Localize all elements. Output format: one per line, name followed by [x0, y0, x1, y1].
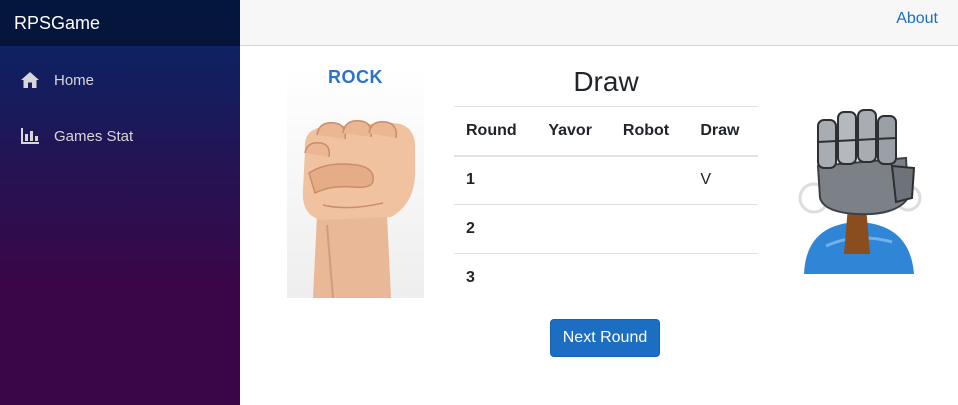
- robot-cell: [610, 253, 689, 303]
- about-link[interactable]: About: [896, 10, 938, 28]
- robot-fist-icon: [798, 109, 922, 274]
- robot-cell: [610, 204, 689, 254]
- main-content: ROCK Draw Round Yavor Robot Draw 1 V 2 3…: [240, 46, 958, 405]
- draw-cell: [688, 253, 758, 303]
- table-row: 2: [454, 204, 758, 254]
- sidebar-item-label: Home: [54, 71, 95, 89]
- sidebar-item-games-stat[interactable]: Games Stat: [8, 116, 232, 156]
- table-row: 3: [454, 253, 758, 303]
- table-row: 1 V: [454, 155, 758, 205]
- round-cell: 2: [454, 204, 537, 254]
- round-cell: 3: [454, 253, 537, 303]
- column-header-draw: Draw: [688, 106, 758, 157]
- draw-cell: V: [688, 155, 758, 205]
- player-choice-image: ROCK: [287, 65, 424, 298]
- yavor-cell: [536, 253, 611, 303]
- top-row: About: [240, 0, 958, 46]
- sidebar-item-home[interactable]: Home: [8, 60, 232, 100]
- robot-cell: [610, 155, 689, 205]
- home-icon: [20, 70, 40, 90]
- column-header-robot: Robot: [610, 106, 689, 157]
- column-header-round: Round: [454, 106, 537, 157]
- round-cell: 1: [454, 155, 537, 205]
- next-round-button[interactable]: Next Round: [550, 319, 660, 357]
- table-header-row: Round Yavor Robot Draw: [454, 106, 758, 157]
- brand-bar: RPSGame: [0, 0, 240, 46]
- yavor-cell: [536, 204, 611, 254]
- bar-chart-icon: [20, 126, 40, 146]
- sidebar-item-label: Games Stat: [54, 127, 134, 145]
- draw-cell: [688, 204, 758, 254]
- fist-icon: [302, 120, 415, 298]
- rounds-table: Round Yavor Robot Draw 1 V 2 3: [454, 106, 758, 303]
- sidebar-nav: Home Games Stat: [0, 46, 240, 156]
- brand-link[interactable]: RPSGame: [14, 14, 100, 32]
- sidebar: RPSGame Home Games Stat: [0, 0, 240, 405]
- result-title: Draw: [573, 66, 639, 97]
- app-root: RPSGame Home Games Stat About ROCK Draw …: [0, 0, 958, 405]
- yavor-cell: [536, 155, 611, 205]
- robot-choice-image: [796, 106, 926, 276]
- column-header-yavor: Yavor: [536, 106, 611, 157]
